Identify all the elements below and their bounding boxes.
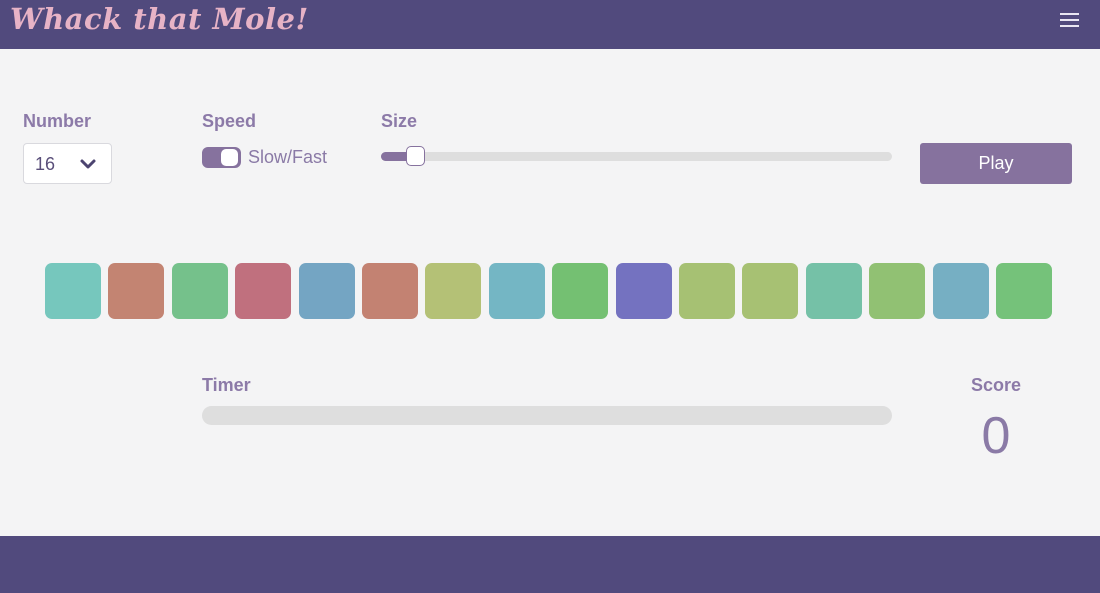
- mole-tile[interactable]: [679, 263, 735, 319]
- timer-bar: [202, 406, 892, 425]
- size-slider-track[interactable]: [381, 152, 892, 161]
- mole-tile[interactable]: [616, 263, 672, 319]
- number-select[interactable]: 16: [23, 143, 112, 184]
- number-label: Number: [23, 111, 92, 131]
- mole-tile[interactable]: [489, 263, 545, 319]
- score-label: Score: [970, 375, 1022, 395]
- speed-label: Speed: [202, 111, 257, 131]
- mole-tile[interactable]: [172, 263, 228, 319]
- mole-tile[interactable]: [996, 263, 1052, 319]
- mole-tile[interactable]: [235, 263, 291, 319]
- speed-toggle-knob: [221, 149, 238, 166]
- mole-tile[interactable]: [869, 263, 925, 319]
- size-label: Size: [381, 111, 418, 131]
- app-title: Whack that Mole!: [10, 2, 309, 36]
- mole-tile[interactable]: [108, 263, 164, 319]
- mole-tile[interactable]: [742, 263, 798, 319]
- play-button[interactable]: Play: [920, 143, 1072, 184]
- mole-tile[interactable]: [933, 263, 989, 319]
- mole-tile[interactable]: [806, 263, 862, 319]
- speed-toggle[interactable]: [202, 147, 241, 168]
- number-select-value: 16: [35, 154, 56, 174]
- mole-tile[interactable]: [362, 263, 418, 319]
- hamburger-menu-icon[interactable]: [1058, 10, 1082, 30]
- app-footer: [0, 536, 1100, 593]
- mole-tile[interactable]: [425, 263, 481, 319]
- mole-tile[interactable]: [45, 263, 101, 319]
- app-header: Whack that Mole!: [0, 0, 1100, 49]
- size-slider-thumb[interactable]: [405, 146, 425, 166]
- mole-tile[interactable]: [552, 263, 608, 319]
- speed-toggle-label: Slow/Fast: [248, 147, 328, 167]
- timer-label: Timer: [202, 375, 251, 395]
- mole-board: [45, 263, 1055, 319]
- chevron-down-icon: [80, 159, 96, 169]
- mole-tile[interactable]: [299, 263, 355, 319]
- score-value: 0: [981, 407, 1011, 465]
